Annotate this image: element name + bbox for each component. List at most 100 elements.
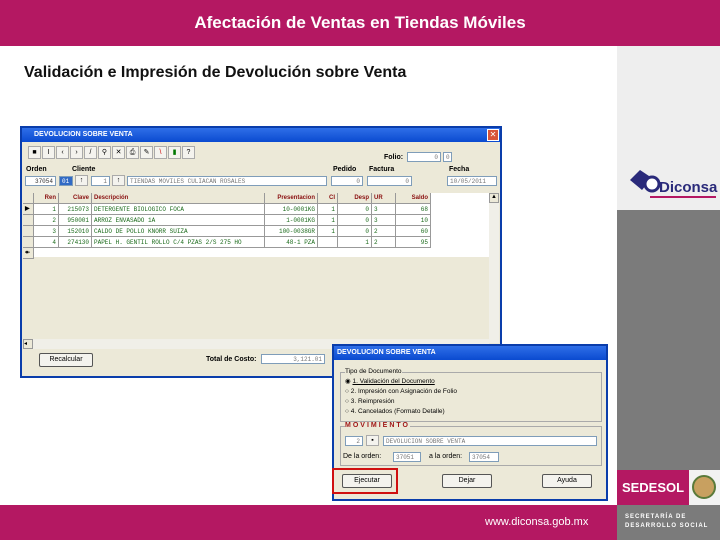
grid-cell[interactable]: 3: [34, 226, 59, 237]
group-label: Tipo de Documento: [345, 367, 402, 377]
orden-field[interactable]: 37054: [25, 176, 56, 186]
grid-cell[interactable]: 2: [372, 226, 396, 237]
grid-cell[interactable]: 60: [396, 226, 431, 237]
cancel-icon[interactable]: \: [154, 146, 167, 159]
tipo-option[interactable]: ○ 2. Impresión con Asignación de Folio: [345, 387, 457, 397]
grid-cell[interactable]: [318, 237, 338, 248]
mov-code-field[interactable]: 2: [345, 436, 363, 446]
save-icon[interactable]: ■: [28, 146, 41, 159]
grid-cell[interactable]: PAPEL H. GENTIL ROLLO C/4 PZAS 2/S 275 H…: [92, 237, 265, 248]
a-orden-label: a la orden:: [429, 453, 463, 460]
dejar-button[interactable]: Dejar: [442, 474, 492, 488]
option-label: 4. Cancelados (Formato Detalle): [350, 408, 445, 415]
search-icon[interactable]: ⚲: [98, 146, 111, 159]
de-orden-label: De la orden:: [343, 453, 382, 460]
option-label: 3. Reimpresión: [350, 398, 395, 405]
print-icon[interactable]: ⎙: [126, 146, 139, 159]
grid-cell[interactable]: 3: [372, 204, 396, 215]
grid-cell[interactable]: 2: [372, 237, 396, 248]
help-icon[interactable]: ?: [182, 146, 195, 159]
tipo-option[interactable]: ○ 4. Cancelados (Formato Detalle): [345, 407, 457, 417]
exit-icon[interactable]: ▮: [168, 146, 181, 159]
grid-cell[interactable]: 3: [372, 215, 396, 226]
diconsa-logo: Diconsa: [626, 166, 718, 202]
column-header: Ren: [34, 193, 59, 204]
column-header: Descripción: [92, 193, 265, 204]
row-selector: ▶: [23, 204, 34, 215]
next-icon[interactable]: ›: [70, 146, 83, 159]
grid-cell[interactable]: 274130: [59, 237, 92, 248]
grid-cell[interactable]: 95: [396, 237, 431, 248]
tipo-option[interactable]: ◉ 1. Validación del Documento: [345, 377, 457, 387]
column-header: Saldo: [396, 193, 431, 204]
grid-cell[interactable]: 10-0001KG: [265, 204, 318, 215]
a-orden-field[interactable]: 37054: [469, 452, 499, 462]
ayuda-button[interactable]: Ayuda: [542, 474, 592, 488]
grid-cell[interactable]: ARROZ ENVASADO 1A: [92, 215, 265, 226]
mov-desc-field[interactable]: DEVOLUCION SOBRE VENTA: [383, 436, 597, 446]
grid-cell[interactable]: 1: [318, 204, 338, 215]
folio-field[interactable]: 0: [407, 152, 441, 162]
edit-icon[interactable]: ✎: [140, 146, 153, 159]
column-header: CI: [318, 193, 338, 204]
grid-cell[interactable]: DETERGENTE BIOLOGICO FOCA: [92, 204, 265, 215]
cliente-name-field[interactable]: TIENDAS MOVILES CULIACAN ROSALES: [127, 176, 327, 186]
grid-cell[interactable]: 0: [338, 215, 372, 226]
total-field: 3,121.01: [261, 354, 325, 364]
toolbar: ■ I ‹ › / ⚲ ✕ ⎙ ✎ \ ▮ ?: [28, 146, 195, 159]
delete-icon[interactable]: ✕: [112, 146, 125, 159]
grid-cell[interactable]: 1: [318, 226, 338, 237]
row-selector: [23, 226, 34, 237]
grid-cell[interactable]: 68: [396, 204, 431, 215]
header-title: Afectación de Ventas en Tiendas Móviles: [0, 0, 720, 46]
grid-cell[interactable]: 1-0001KG: [265, 215, 318, 226]
folio-suffix[interactable]: 0: [443, 152, 452, 162]
close-button[interactable]: ✕: [487, 129, 499, 141]
highlight-box: [332, 468, 398, 494]
grid-cell[interactable]: 1: [318, 215, 338, 226]
grid-cell[interactable]: 4: [34, 237, 59, 248]
vertical-scrollbar[interactable]: ▲: [489, 193, 499, 343]
cliente-num-lookup-button[interactable]: ↑: [112, 175, 125, 186]
secretaria-text: SECRETARÍA DE DESARROLLO SOCIAL: [617, 505, 720, 540]
grid-cell[interactable]: 100-0038GR: [265, 226, 318, 237]
movimiento-group: MOVIMIENTO 2 ▪ DEVOLUCION SOBRE VENTA De…: [340, 422, 602, 466]
grid-cell[interactable]: 48-1 PZA: [265, 237, 318, 248]
cliente-lookup-button[interactable]: ↑: [75, 175, 88, 186]
factura-field[interactable]: 0: [367, 176, 412, 186]
cliente-code-field[interactable]: 01: [59, 176, 73, 186]
side-panel: [617, 210, 720, 470]
pedido-field[interactable]: 0: [331, 176, 363, 186]
movimiento-label: MOVIMIENTO: [345, 422, 410, 429]
grid-cell[interactable]: 1: [34, 204, 59, 215]
mov-lookup-button[interactable]: ▪: [366, 435, 379, 446]
folio-label: Folio:: [384, 154, 404, 161]
devolucion-window: DEVOLUCION SOBRE VENTA ✕ ■ I ‹ › / ⚲ ✕ ⎙…: [20, 126, 502, 378]
column-header: Presentacion: [265, 193, 318, 204]
dialog-titlebar: DEVOLUCION SOBRE VENTA: [334, 346, 606, 360]
column-header: Desp: [338, 193, 372, 204]
tipo-documento-group: Tipo de Documento ◉ 1. Validación del Do…: [340, 367, 602, 422]
grid-cell[interactable]: 1: [338, 237, 372, 248]
grid-cell[interactable]: 152010: [59, 226, 92, 237]
print-dialog: DEVOLUCION SOBRE VENTA Tipo de Documento…: [332, 344, 608, 501]
cliente-num-field[interactable]: 1: [91, 176, 110, 186]
grid-cell[interactable]: CALDO DE POLLO KNORR SUIZA: [92, 226, 265, 237]
first-icon[interactable]: I: [42, 146, 55, 159]
grid-cell[interactable]: 950001: [59, 215, 92, 226]
grid-cell[interactable]: 0: [338, 226, 372, 237]
grid-cell[interactable]: 215073: [59, 204, 92, 215]
grid-cell[interactable]: 0: [338, 204, 372, 215]
grid-cell[interactable]: 10: [396, 215, 431, 226]
last-icon[interactable]: /: [84, 146, 97, 159]
prev-icon[interactable]: ‹: [56, 146, 69, 159]
total-label: Total de Costo:: [206, 356, 257, 363]
option-label: 2. Impresión con Asignación de Folio: [350, 388, 457, 395]
tipo-option[interactable]: ○ 3. Reimpresión: [345, 397, 457, 407]
fecha-field[interactable]: 10/05/2011: [447, 176, 497, 186]
de-orden-field[interactable]: 37051: [393, 452, 421, 462]
row-selector: [23, 237, 34, 248]
grid-cell[interactable]: 2: [34, 215, 59, 226]
recalcular-button[interactable]: Recalcular: [39, 353, 93, 367]
pedido-label: Pedido: [333, 166, 357, 173]
